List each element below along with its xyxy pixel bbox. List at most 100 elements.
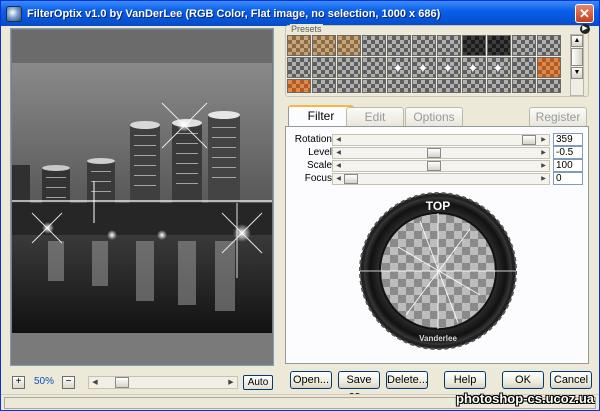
scale-row: Scale ◀ ▶ 100 [286,159,586,172]
preset-swatch[interactable] [337,79,361,93]
preset-swatch[interactable] [312,35,336,56]
tab-filter[interactable]: Filter [288,105,354,127]
filter-rotation-dial[interactable]: TOP Vanderlee [358,191,518,351]
preset-swatch[interactable] [362,35,386,56]
rotation-slider[interactable]: ◀ ▶ [332,134,550,146]
focus-label: Focus [304,173,332,184]
help-button[interactable]: Help [444,371,486,389]
preset-swatch[interactable] [337,35,361,56]
auto-zoom-button[interactable]: Auto [243,375,273,390]
scale-slider-thumb[interactable] [426,161,441,171]
ok-button[interactable]: OK [502,371,544,389]
slider-right-arrow-icon[interactable]: ▶ [538,161,549,171]
filteroptix-window: FilterOptix v1.0 by VanDerLee (RGB Color… [0,0,600,411]
slider-left-arrow-icon[interactable]: ◀ [333,161,344,171]
rotation-label: Rotation [294,134,332,145]
preset-swatch[interactable] [487,79,511,93]
preset-swatch[interactable] [312,57,336,78]
preset-swatch[interactable] [512,79,536,93]
presets-label: Presets [290,24,323,34]
slider-left-arrow-icon[interactable]: ◀ [333,148,344,158]
focus-input[interactable]: 0 [553,172,583,185]
level-slider[interactable]: ◀ ▶ [332,147,550,159]
preset-swatch[interactable] [287,57,311,78]
save-as-button[interactable]: Save as... [338,371,380,402]
rotation-row: Rotation ◀ ▶ 359 [286,133,586,146]
presets-vertical-scrollbar[interactable]: ▲ ▼ [570,34,584,96]
slider-right-arrow-icon[interactable]: ▶ [538,148,549,158]
preset-swatch[interactable] [362,57,386,78]
tab-register[interactable]: Register [529,107,587,126]
scroll-down-arrow-icon[interactable]: ▼ [571,67,583,79]
preset-swatch[interactable] [337,57,361,78]
preset-swatch[interactable] [387,57,411,78]
zoom-in-button[interactable]: + [12,376,25,389]
watermark: photoshop-cs.ucoz.ua [456,391,594,406]
dial-brand-label: Vanderlee [419,334,457,343]
window-title: FilterOptix v1.0 by VanDerLee (RGB Color… [27,7,441,20]
focus-slider-thumb[interactable] [344,174,358,184]
preset-swatch[interactable] [412,57,436,78]
scroll-thumb[interactable] [115,377,129,388]
lens-dial: TOP Vanderlee [359,192,517,350]
presets-group: Presets ▶ ✦ ✦ ✦ ✦ ✦ ▲ ▼ [285,24,590,97]
rotation-input[interactable]: 359 [553,133,583,146]
preset-grid[interactable] [287,35,568,95]
focus-slider[interactable]: ◀ ▶ [332,173,550,185]
tab-edit[interactable]: Edit [346,107,404,126]
preset-swatch[interactable] [437,57,461,78]
level-input[interactable]: -0.5 [553,146,583,159]
zoom-out-button[interactable]: − [62,376,75,389]
preset-swatch[interactable] [537,79,561,93]
slider-right-arrow-icon[interactable]: ▶ [538,135,549,145]
zoom-controls: + 50% − ◀ ▶ Auto [10,375,274,391]
scale-slider[interactable]: ◀ ▶ [332,160,550,172]
scroll-left-arrow-icon[interactable]: ◀ [89,377,101,388]
scroll-up-arrow-icon[interactable]: ▲ [571,35,583,47]
preset-swatch[interactable] [387,79,411,93]
preset-swatch[interactable] [462,79,486,93]
preset-swatch[interactable] [287,35,311,56]
close-button[interactable]: ✕ [575,4,594,23]
level-label: Level [308,147,332,158]
preset-swatch[interactable] [512,57,536,78]
title-bar[interactable]: FilterOptix v1.0 by VanDerLee (RGB Color… [1,1,599,26]
night-city-photo [12,63,272,333]
slider-right-arrow-icon[interactable]: ▶ [538,174,549,184]
filteroptix-lens-icon [6,5,22,22]
preset-swatch[interactable] [287,79,311,93]
scale-input[interactable]: 100 [553,159,583,172]
preview-image[interactable] [12,63,272,333]
preset-swatch[interactable] [412,79,436,93]
preset-swatch[interactable] [512,35,536,56]
slider-left-arrow-icon[interactable]: ◀ [333,135,344,145]
rotation-slider-thumb[interactable] [522,135,537,145]
preset-swatch[interactable] [312,79,336,93]
preset-swatch[interactable] [412,35,436,56]
preset-swatch[interactable] [537,35,561,56]
preset-swatch[interactable] [462,57,486,78]
slider-left-arrow-icon[interactable]: ◀ [333,174,344,184]
circle-arrow-icon[interactable]: ▶ [580,24,590,34]
preview-horizontal-scrollbar[interactable]: ◀ ▶ [88,376,238,389]
open-button[interactable]: Open... [290,371,332,389]
cancel-button[interactable]: Cancel [550,371,592,389]
dial-top-label: TOP [426,199,450,213]
preset-swatch[interactable] [462,35,486,56]
preset-swatch[interactable] [537,57,561,78]
level-slider-thumb[interactable] [426,148,441,158]
scale-label: Scale [306,160,332,171]
preset-swatch[interactable] [362,79,386,93]
scroll-right-arrow-icon[interactable]: ▶ [225,377,237,388]
delete-button[interactable]: Delete... [386,371,428,389]
preset-swatch[interactable] [437,79,461,93]
preset-swatch[interactable] [387,35,411,56]
preview-pane[interactable] [10,28,274,366]
preview-empty-area-bottom [12,333,272,364]
preset-swatch[interactable] [437,35,461,56]
preset-swatch[interactable] [487,35,511,56]
scroll-thumb[interactable] [571,48,583,66]
preset-swatch[interactable] [487,57,511,78]
tab-options[interactable]: Options [405,107,463,126]
level-row: Level ◀ ▶ -0.5 [286,146,586,159]
